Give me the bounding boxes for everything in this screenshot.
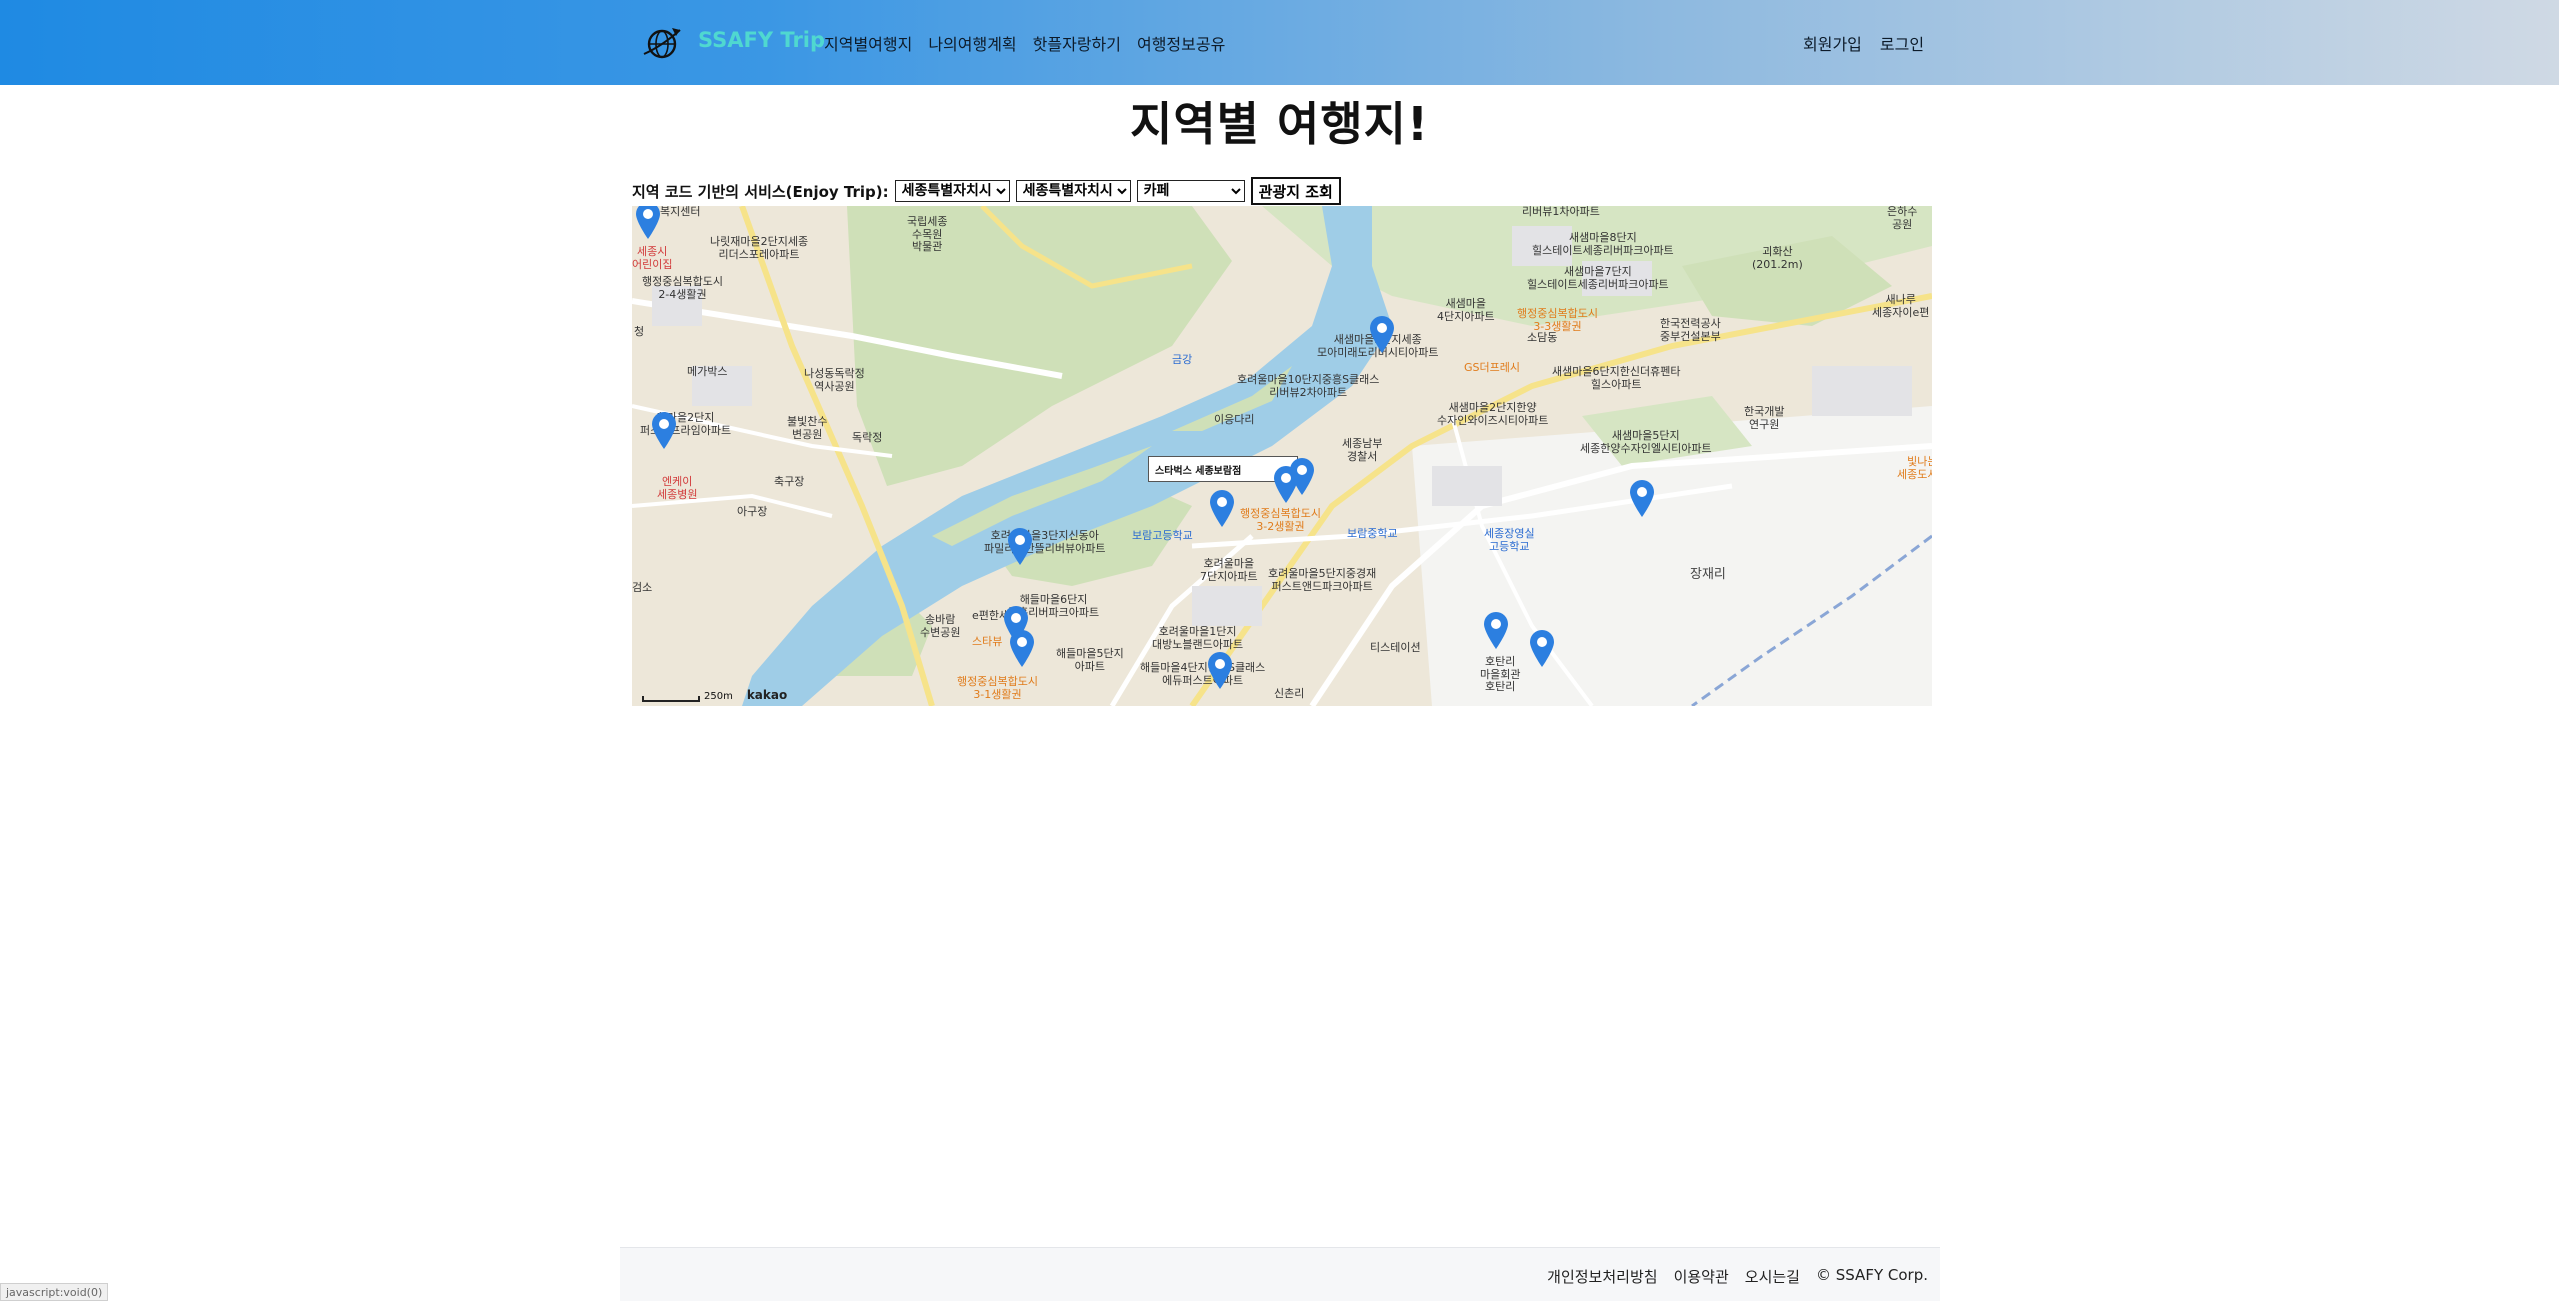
content-type-select[interactable]: 카페 bbox=[1136, 180, 1245, 202]
map-label: 축구장 bbox=[774, 475, 805, 488]
map-label: 행정중심복합도시 3-1생활권 bbox=[957, 675, 1038, 701]
signup-link[interactable]: 회원가입 bbox=[1803, 31, 1862, 55]
map-label: 새샘마을2단지한양 수자인와이즈시티아파트 bbox=[1437, 401, 1549, 427]
sido-select[interactable]: 세종특별자치시 bbox=[894, 180, 1010, 202]
map-label: 엔케이 세종병원 bbox=[657, 475, 698, 501]
copyright: © SSAFY Corp. bbox=[1815, 1266, 1928, 1284]
search-label: 지역 코드 기반의 서비스(Enjoy Trip): bbox=[632, 182, 889, 201]
search-attractions-button[interactable]: 관광지 조회 bbox=[1250, 177, 1341, 205]
login-link[interactable]: 로그인 bbox=[1880, 31, 1924, 55]
nav-my-trip-plan[interactable]: 나의여행계획 bbox=[928, 31, 1016, 55]
map-label: 새샘마을7단지 힐스테이트세종리버파크아파트 bbox=[1527, 265, 1669, 291]
search-form: 지역 코드 기반의 서비스(Enjoy Trip): 세종특별자치시 세종특별자… bbox=[632, 176, 1341, 206]
map-label: 나성동독락정 역사공원 bbox=[804, 367, 865, 393]
map-label: 송바람 수변공원 bbox=[920, 613, 961, 639]
map-pin-icon[interactable] bbox=[634, 206, 662, 240]
map-label: 스타뷰 bbox=[972, 635, 1003, 648]
map-label: 한국전력공사 중부건설본부 bbox=[1660, 317, 1721, 343]
map-label: 호탄리 마을회관 호탄리 bbox=[1480, 655, 1521, 694]
map-label: 빛나는 세종도서관 bbox=[1897, 455, 1932, 481]
map-label: 금강 bbox=[1172, 353, 1193, 366]
map-label: 한국개발 연구원 bbox=[1744, 405, 1785, 431]
top-navbar: SSAFY Trip 지역별여행지 나의여행계획 핫플자랑하기 여행정보공유 회… bbox=[0, 0, 2559, 85]
map-label: 새샘마을6단지한신더휴펜타 힐스아파트 bbox=[1552, 365, 1681, 391]
globe-plane-icon[interactable] bbox=[642, 24, 682, 62]
map-label: 해들마을4단지중흥S클래스 에듀퍼스트아파트 bbox=[1140, 661, 1266, 687]
footer: 개인정보처리방침 이용약관 오시는길 © SSAFY Corp. bbox=[620, 1247, 1940, 1301]
page-title: 지역별 여행지! bbox=[1130, 97, 1429, 151]
map-label: GS더프레시 bbox=[1464, 361, 1520, 374]
map-label: 세종남부 경찰서 bbox=[1342, 437, 1383, 463]
map-label: 국립세종 수목원 박물관 bbox=[907, 215, 948, 254]
gugun-select[interactable]: 세종특별자치시 bbox=[1015, 180, 1131, 202]
map-label: 독락정 bbox=[852, 431, 883, 444]
map-label: 괴화산 (201.2m) bbox=[1752, 245, 1803, 271]
map-label: 나릿재마을2단지세종 리더스포레아파트 bbox=[710, 235, 809, 261]
map-label: 행정중심복합도시 3-2생활권 bbox=[1240, 507, 1321, 533]
map-label: 청 bbox=[634, 325, 645, 338]
map-label: 장재리 bbox=[1690, 567, 1726, 582]
map-label: 호려울마을1단지 대방노블랜드아파트 bbox=[1152, 625, 1244, 651]
map-label: 복지센터 bbox=[660, 206, 701, 218]
map-label: 검소 bbox=[632, 581, 653, 594]
map-pin-icon[interactable] bbox=[1006, 526, 1034, 566]
nav-hotplace-share[interactable]: 핫플자랑하기 bbox=[1033, 31, 1121, 55]
map-label: 이응다리 bbox=[1214, 413, 1255, 426]
map-label: 아구장 bbox=[737, 505, 768, 518]
map-label: 은하수 공원 bbox=[1887, 206, 1918, 231]
map-label: 보람고등학교 bbox=[1132, 529, 1193, 542]
map-pin-icon[interactable] bbox=[1368, 314, 1396, 354]
kakao-logo[interactable]: kakao bbox=[747, 688, 787, 702]
nav-travel-info-share[interactable]: 여행정보공유 bbox=[1137, 31, 1225, 55]
map-label: 불빛찬수 변공원 bbox=[787, 415, 828, 441]
map-label: 행정중심복합도시 2-4생활권 bbox=[642, 275, 723, 301]
map-label: 새샘마을5단지 세종한양수자인엘시티아파트 bbox=[1580, 429, 1712, 455]
map-label: 세종장영실 고등학교 bbox=[1484, 527, 1535, 553]
map-pin-icon[interactable] bbox=[1208, 488, 1236, 528]
map-label: 새나루 세종자이e편 bbox=[1872, 293, 1930, 319]
map-label: 보람중학교 bbox=[1347, 527, 1398, 540]
scale-text: 250m bbox=[704, 691, 733, 702]
map-label: 리버뷰1차아파트 bbox=[1522, 206, 1600, 218]
footer-links: 개인정보처리방침 이용약관 오시는길 © SSAFY Corp. bbox=[1547, 1266, 1928, 1287]
map-pin-icon[interactable] bbox=[1008, 628, 1036, 668]
map-pin-icon[interactable] bbox=[1628, 478, 1656, 518]
nav-regional-travel[interactable]: 지역별여행지 bbox=[824, 31, 912, 55]
map-label: 소담동 bbox=[1527, 331, 1558, 344]
privacy-policy-link[interactable]: 개인정보처리방침 bbox=[1547, 1266, 1657, 1287]
brand-name[interactable]: SSAFY Trip bbox=[698, 28, 825, 52]
map-label: 행정중심복합도시 3-3생활권 bbox=[1517, 307, 1598, 333]
map-label: 호려울마을3단지신동아 파밀리에한뜰리버뷰아파트 bbox=[984, 529, 1106, 555]
browser-status-bar: javascript:void(0) bbox=[0, 1283, 109, 1301]
map-pin-icon[interactable] bbox=[1206, 650, 1234, 690]
map-label: 새샘마을8단지 힐스테이트세종리버파크아파트 bbox=[1532, 231, 1674, 257]
auth-links: 회원가입 로그인 bbox=[1803, 31, 1924, 55]
directions-link[interactable]: 오시는길 bbox=[1745, 1266, 1800, 1287]
map-pin-icon[interactable] bbox=[1528, 628, 1556, 668]
kakao-map[interactable]: 리버뷰1차아파트 새샘마을8단지 힐스테이트세종리버파크아파트 괴화산 (201… bbox=[632, 206, 1932, 706]
map-label: 세종시 어린이집 bbox=[632, 245, 673, 271]
map-label: 호려울마을5단지중경재 퍼스트앤드파크아파트 bbox=[1268, 567, 1377, 593]
main-nav: 지역별여행지 나의여행계획 핫플자랑하기 여행정보공유 bbox=[824, 31, 1225, 55]
map-label: 메가박스 bbox=[687, 365, 728, 378]
map-label: 해들마을5단지 아파트 bbox=[1056, 647, 1124, 673]
map-pin-icon[interactable] bbox=[1288, 456, 1316, 496]
terms-link[interactable]: 이용약관 bbox=[1674, 1266, 1729, 1287]
map-label: 호려울마을 7단지아파트 bbox=[1200, 557, 1258, 583]
map-scale-bar: 250m kakao bbox=[642, 688, 787, 702]
map-label: 티스테이션 bbox=[1370, 641, 1421, 654]
map-label: 새샘마을 4단지아파트 bbox=[1437, 297, 1495, 323]
map-label: 신촌리 bbox=[1274, 687, 1305, 700]
map-pin-icon[interactable] bbox=[650, 410, 678, 450]
map-pin-icon[interactable] bbox=[1482, 610, 1510, 650]
scale-line bbox=[642, 696, 700, 702]
map-label: 호려울마을10단지중흥S클래스 리버뷰2차아파트 bbox=[1237, 373, 1380, 399]
